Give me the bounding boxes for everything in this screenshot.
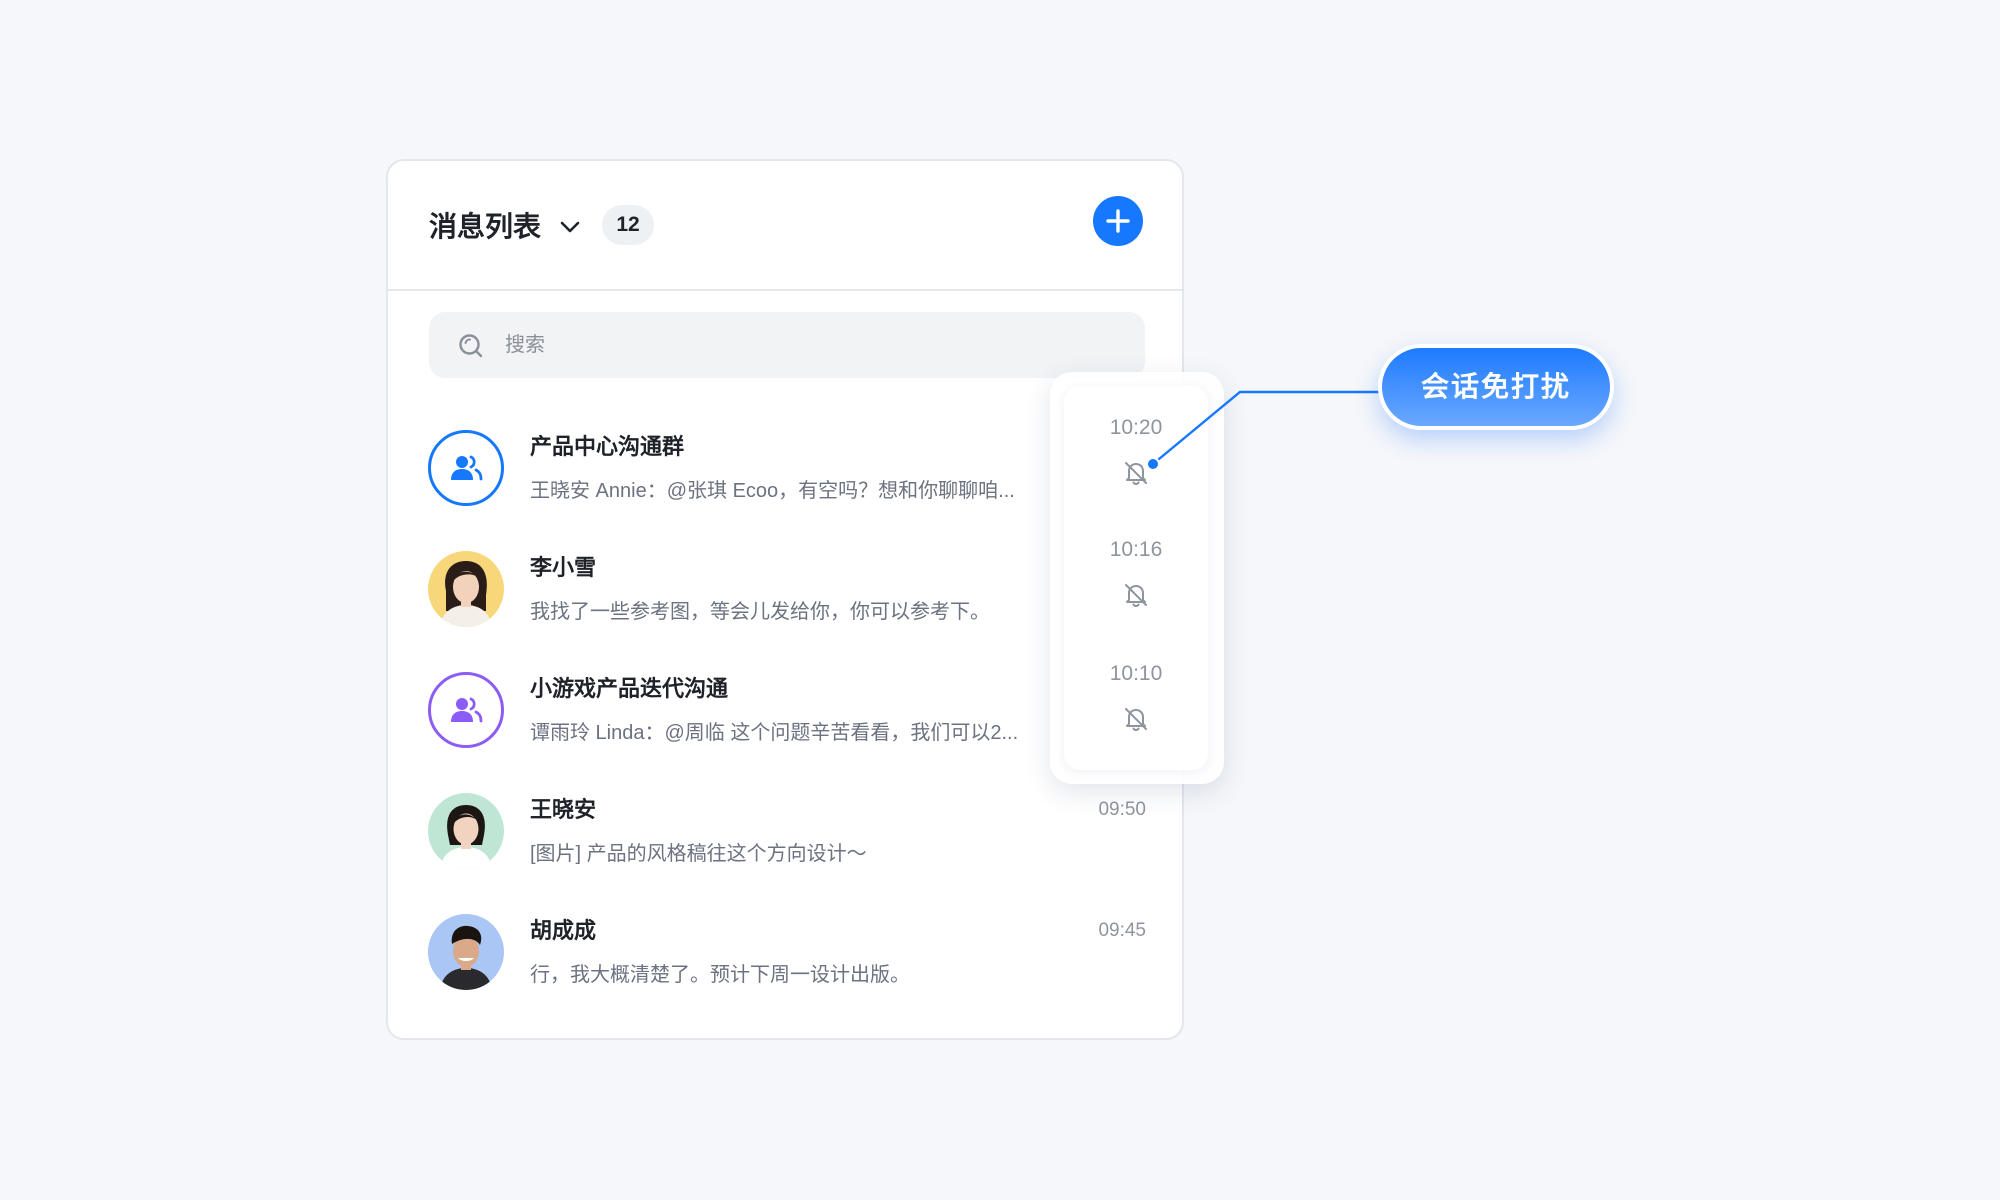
avatar: [428, 551, 504, 627]
conversation-item[interactable]: 胡成成 行，我大概清楚了。预计下周一设计出版。 09:45: [388, 902, 1186, 1020]
bell-off-icon[interactable]: [1123, 460, 1149, 486]
conversation-name: 王晓安: [530, 797, 597, 822]
conversation-preview: [图片] 产品的风格稿往这个方向设计～: [530, 843, 867, 865]
person-avatar-icon: [440, 805, 492, 869]
conversation-name: 小游戏产品迭代沟通: [530, 676, 729, 701]
mute-row: 10:20: [1064, 400, 1208, 510]
search-bar[interactable]: [429, 312, 1145, 378]
panel-header: 消息列表 12: [388, 161, 1182, 291]
search-input[interactable]: [505, 312, 1105, 378]
conversation-preview: 行，我大概清楚了。预计下周一设计出版。: [530, 964, 910, 986]
conversation-preview: 我找了一些参考图，等会儿发给你，你可以参考下。: [530, 601, 990, 623]
add-button[interactable]: [1093, 196, 1143, 246]
mute-status-card: 10:20 10:16 10:10: [1064, 386, 1208, 770]
mute-status-popup: 10:20 10:16 10:10: [1050, 372, 1224, 784]
mute-row-time: 10:16: [1109, 538, 1163, 561]
avatar: [428, 793, 504, 869]
conversation-name: 产品中心沟通群: [530, 434, 685, 459]
group-icon: [451, 455, 483, 481]
conversation-name: 李小雪: [530, 555, 597, 580]
conversation-item[interactable]: 王晓安 [图片] 产品的风格稿往这个方向设计～ 09:50: [388, 781, 1186, 899]
mute-row: 10:16: [1064, 522, 1208, 632]
conversation-preview: 谭雨玲 Linda：@周临 这个问题辛苦看看，我们可以2...: [530, 722, 1019, 744]
unread-count-badge: 12: [602, 205, 654, 245]
conversation-preview: 王晓安 Annie：@张琪 Ecoo，有空吗？想和你聊聊咱...: [530, 480, 1015, 502]
avatar: [428, 914, 504, 990]
conversation-time: 09:50: [1098, 799, 1146, 820]
mute-row: 10:10: [1064, 646, 1208, 756]
mute-row-time: 10:20: [1109, 416, 1163, 439]
bell-off-icon[interactable]: [1123, 582, 1149, 608]
group-icon: [451, 697, 483, 723]
person-avatar-icon: [440, 925, 492, 990]
group-avatar: [428, 430, 504, 506]
page-title[interactable]: 消息列表: [429, 207, 541, 247]
do-not-disturb-callout: 会话免打扰: [1378, 344, 1614, 430]
person-avatar-icon: [440, 561, 492, 627]
plus-icon: [1106, 209, 1130, 233]
search-icon: [459, 334, 483, 358]
group-avatar: [428, 672, 504, 748]
conversation-name: 胡成成: [530, 918, 597, 943]
mute-row-time: 10:10: [1109, 662, 1163, 685]
chevron-down-icon[interactable]: [556, 213, 584, 241]
conversation-time: 09:45: [1098, 920, 1146, 941]
bell-off-icon[interactable]: [1123, 706, 1149, 732]
